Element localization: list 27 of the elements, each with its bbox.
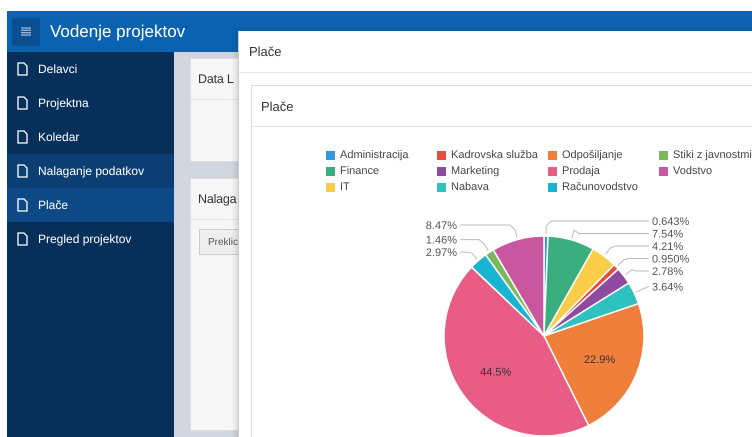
slice-label: 3.64%: [652, 282, 684, 294]
legend-label: Finance: [340, 165, 380, 177]
modal-title: Plače: [249, 44, 282, 59]
card-title: Nalaga: [198, 192, 236, 206]
card-title: Data L: [198, 72, 234, 86]
legend-label: Nabava: [451, 181, 489, 193]
legend-label: Računovodstvo: [562, 181, 638, 193]
slice-label: 22.9%: [584, 354, 616, 366]
app-title: Vodenje projektov: [50, 22, 186, 42]
legend-label: Odpošiljanje: [562, 149, 623, 161]
card-title: Plače: [261, 98, 294, 114]
legend-label: Administracija: [340, 149, 408, 161]
legend-label: Marketing: [451, 165, 500, 177]
slice-label: 1.46%: [426, 234, 457, 247]
slice-label: 2.97%: [426, 247, 457, 260]
slice-label: 4.21%: [652, 241, 684, 254]
legend-label: Kadrovska služba: [451, 149, 538, 161]
slice-label: 44.5%: [480, 366, 512, 379]
legend-label: IT: [340, 181, 350, 193]
slice-label: 7.54%: [652, 228, 684, 241]
slice-label: 8.47%: [426, 220, 457, 232]
legend-label: Stiki z javnostmi: [673, 149, 752, 161]
legend-label: Prodaja: [562, 165, 600, 177]
slice-label: 0.643%: [652, 216, 690, 228]
slice-label: 0.950%: [652, 254, 690, 266]
legend-label: Vodstvo: [673, 165, 712, 177]
slice-label: 2.78%: [652, 266, 684, 278]
